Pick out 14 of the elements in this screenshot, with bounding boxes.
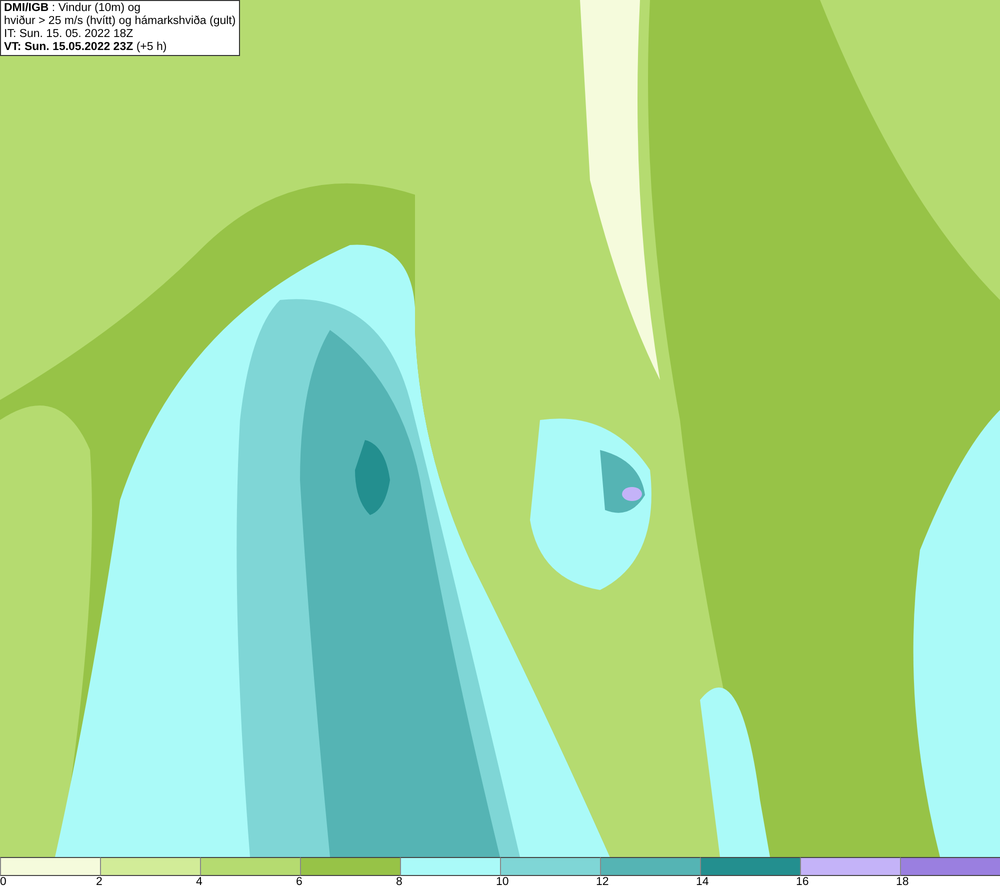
legend-tick-label: 6: [296, 876, 302, 887]
legend-tick-label: 12: [596, 876, 609, 887]
legend-tick-label: 16: [796, 876, 809, 887]
caption-text: DMI/IGB : Vindur (10m) og: [4, 2, 142, 15]
legend-tick-label: 8: [396, 876, 402, 887]
caption-text: hviður > 25 m/s (hvítt) og hámarkshviða (gult): [4, 15, 236, 28]
legend-tick-label: 10: [496, 876, 509, 887]
legend-tick-label: 14: [696, 876, 709, 887]
caption-text: IT: Sun. 15. 05. 2022 18Z: [4, 28, 134, 41]
legend-tick-label: 18: [896, 876, 909, 887]
caption-text: VT: Sun. 15.05.2022 23Z (+5 h): [4, 41, 168, 54]
legend-tick-label: 0: [0, 876, 6, 887]
legend-tick-label: 4: [196, 876, 202, 887]
legend-tick-label: 2: [96, 876, 102, 887]
